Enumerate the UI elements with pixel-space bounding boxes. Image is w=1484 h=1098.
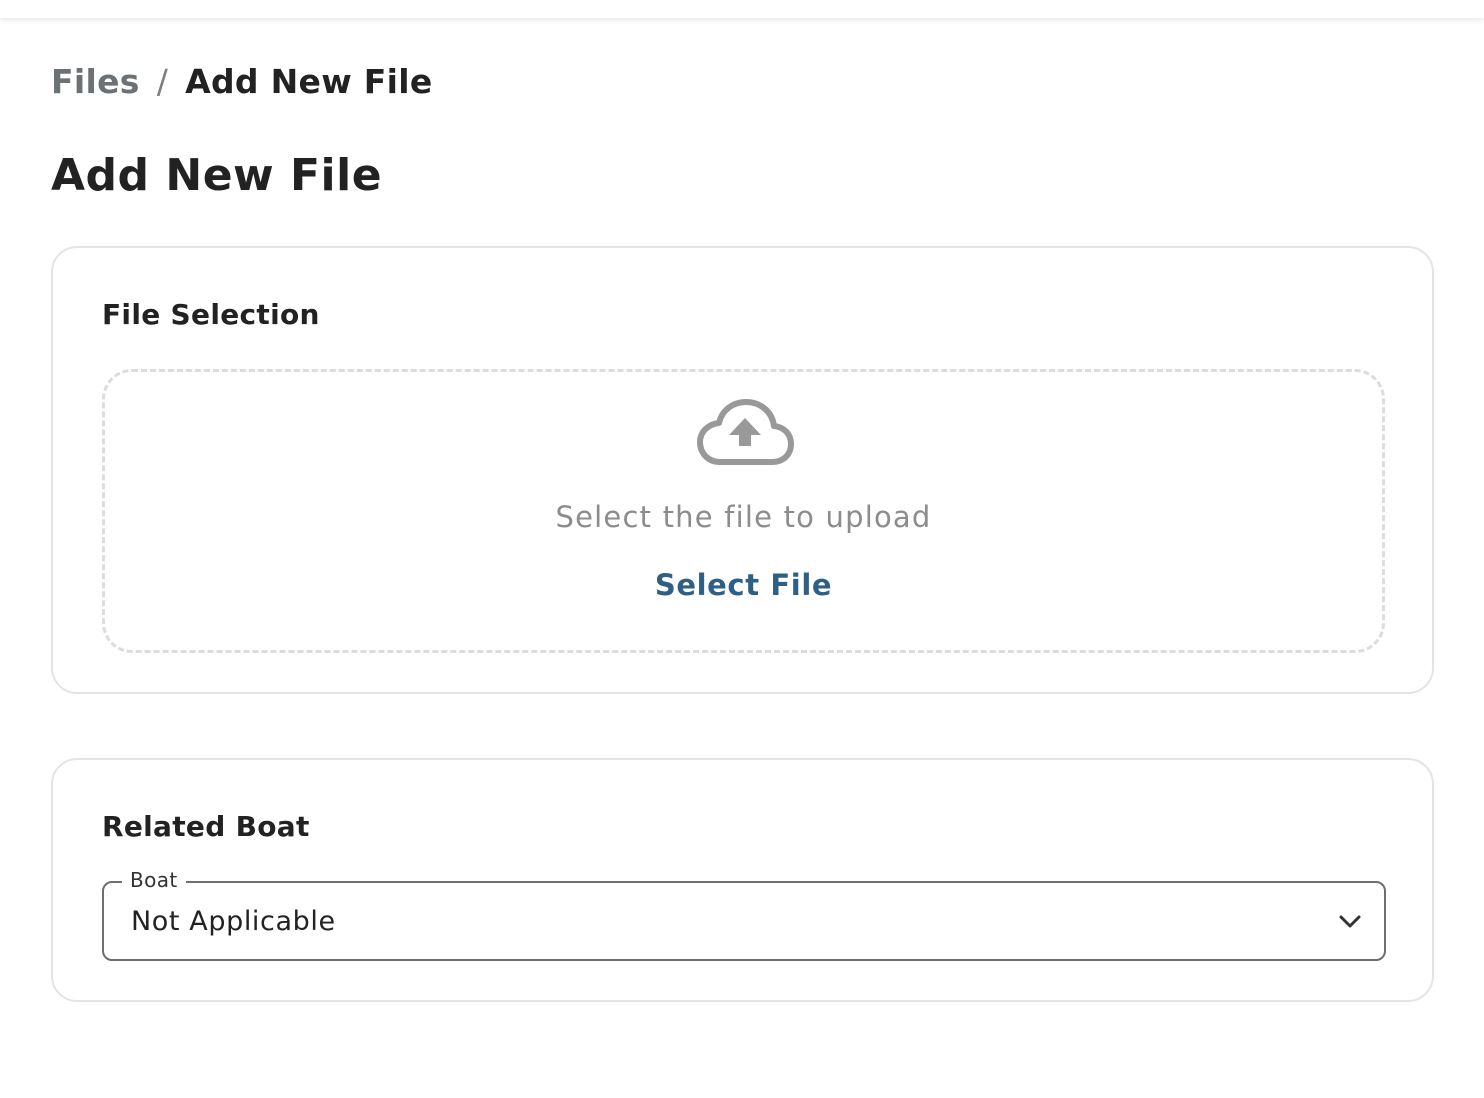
boat-select-value: Not Applicable xyxy=(131,906,336,937)
upload-prompt: Select the file to upload xyxy=(555,500,932,534)
file-selection-title: File Selection xyxy=(102,298,320,331)
cloud-upload-icon xyxy=(697,399,794,465)
chevron-down-icon xyxy=(1339,915,1361,928)
select-file-button[interactable]: Select File xyxy=(105,568,1382,602)
breadcrumb-current: Add New File xyxy=(185,62,433,101)
boat-select-label: Boat xyxy=(122,868,186,892)
related-boat-title: Related Boat xyxy=(102,810,310,843)
boat-select[interactable]: Boat Not Applicable xyxy=(102,868,1386,961)
breadcrumb: Files / Add New File xyxy=(51,62,433,101)
top-bar xyxy=(0,0,1484,18)
page-title: Add New File xyxy=(51,150,383,201)
related-boat-card: Related Boat Boat Not Applicable xyxy=(51,758,1434,1002)
file-dropzone[interactable]: Select the file to upload Select File xyxy=(102,369,1385,653)
breadcrumb-separator: / xyxy=(156,62,169,101)
file-selection-card: File Selection Select the file to upload… xyxy=(51,246,1434,694)
breadcrumb-files-link[interactable]: Files xyxy=(51,62,140,101)
